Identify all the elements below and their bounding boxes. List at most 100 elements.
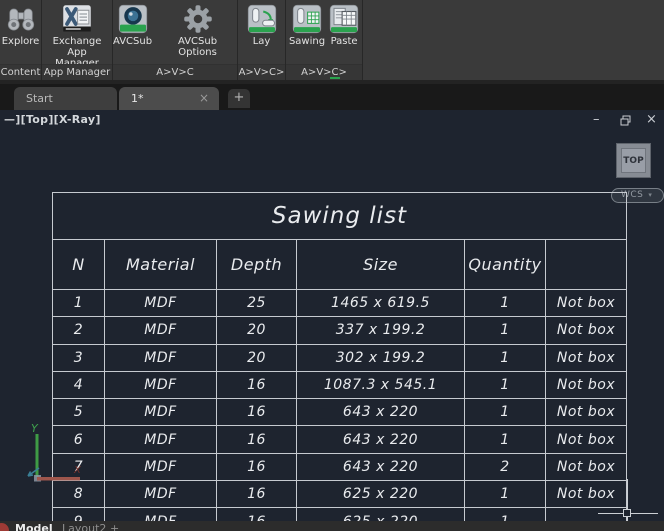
viewcube[interactable]: TOP: [616, 143, 651, 178]
table-cell: 1: [465, 317, 546, 343]
avcsub-options-button[interactable]: AVCSub Options: [158, 0, 237, 58]
table-cell: 16: [217, 426, 297, 452]
model-space-viewport[interactable]: —][Top][X-Ray] – × TOP WCS▾ Sawing list …: [0, 110, 664, 521]
table-cell: MDF: [105, 399, 217, 425]
panel-title-avc: A>V>C: [113, 64, 237, 80]
table-cell: 20: [217, 317, 297, 343]
table-cell: MDF: [105, 372, 217, 398]
table-row: 1MDF251465 x 619.51Not box: [53, 290, 626, 317]
ribbon-panel-avc: AVCSub AVCSub Options: [113, 0, 238, 80]
table-title: Sawing list: [53, 193, 626, 240]
binoculars-icon: [6, 4, 36, 34]
table-header-row: N Material Depth Size Quantity: [53, 240, 626, 290]
table-cell: 1: [465, 372, 546, 398]
ucs-x-axis-label: X: [73, 465, 82, 476]
table-cell: 25: [217, 290, 297, 316]
model-tab[interactable]: Model: [15, 522, 53, 531]
table-cell: 1: [465, 426, 546, 452]
sawing-button[interactable]: Sawing: [289, 0, 325, 47]
window-minimize-icon[interactable]: –: [593, 113, 600, 127]
avcsub-label: AVCSub: [113, 36, 152, 47]
autocad-window: Explore Content Exchange App Manager: [0, 0, 664, 531]
sawing-label: Sawing: [289, 36, 325, 47]
table-cell: 1: [465, 481, 546, 507]
table-row: 4MDF161087.3 x 545.11Not box: [53, 372, 626, 399]
sawing-table-icon: [292, 4, 322, 34]
table-row: 7MDF16643 x 2202Not box: [53, 454, 626, 481]
table-row: 8MDF16625 x 2201Not box: [53, 481, 626, 508]
viewcube-top-face[interactable]: TOP: [621, 148, 646, 173]
file-tab-start-label: Start: [26, 92, 53, 105]
table-cell: 625 x 220: [297, 508, 465, 521]
col-header-material: Material: [105, 240, 217, 289]
window-close-icon[interactable]: ×: [646, 113, 657, 127]
paste-label: Paste: [331, 36, 358, 47]
table-cell: Not box: [546, 481, 626, 507]
col-header-n: N: [53, 240, 105, 289]
avcsub-button[interactable]: AVCSub: [113, 0, 152, 47]
table-cell: 1: [53, 290, 105, 316]
table-cell: 2: [53, 317, 105, 343]
table-cell: 1: [465, 399, 546, 425]
sawing-list-table: Sawing list N Material Depth Size Quanti…: [52, 192, 627, 521]
gear-icon: [183, 4, 213, 34]
table-row: 2MDF20337 x 199.21Not box: [53, 317, 626, 344]
file-tab-start[interactable]: Start: [14, 87, 117, 110]
table-row: 5MDF16643 x 2201Not box: [53, 399, 626, 426]
table-cell: 1: [465, 345, 546, 371]
table-cell: MDF: [105, 345, 217, 371]
lay-label: Lay: [253, 36, 271, 47]
ribbon: Explore Content Exchange App Manager: [0, 0, 664, 80]
table-cell: MDF: [105, 290, 217, 316]
explore-button[interactable]: Explore: [2, 0, 40, 47]
status-icon: [0, 523, 9, 531]
file-tab-bar: Start 1* × +: [0, 84, 664, 110]
new-drawing-tab-button[interactable]: +: [228, 89, 250, 108]
table-cell: MDF: [105, 508, 217, 521]
table-cell: Not box: [546, 426, 626, 452]
table-cell: 16: [217, 399, 297, 425]
table-cell: [546, 508, 626, 521]
viewport-controls[interactable]: —][Top][X-Ray]: [4, 113, 101, 126]
layout-tab-bar: Model Layout2 +: [0, 521, 664, 531]
table-cell: Not box: [546, 399, 626, 425]
paste-button[interactable]: Paste: [329, 0, 359, 47]
file-tab-drawing1[interactable]: 1* ×: [119, 87, 219, 110]
close-tab-icon[interactable]: ×: [199, 91, 209, 105]
table-cell: 3: [53, 345, 105, 371]
table-cell: 9: [53, 508, 105, 521]
exchange-x-icon: [62, 4, 92, 34]
exchange-app-manager-button[interactable]: Exchange App Manager: [44, 0, 110, 69]
panel-expand-indicator: [330, 77, 340, 79]
table-cell: 16: [217, 454, 297, 480]
new-layout-button[interactable]: +: [110, 522, 119, 531]
table-cell: 1: [465, 290, 546, 316]
panel-title-avc3: A>V>C>: [286, 64, 362, 80]
table-cell: 1087.3 x 545.1: [297, 372, 465, 398]
col-header-size: Size: [297, 240, 465, 289]
table-cell: 337 x 199.2: [297, 317, 465, 343]
table-cell: 16: [217, 372, 297, 398]
table-cell: 16: [217, 508, 297, 521]
pickbox-cursor: [623, 509, 631, 517]
avcsub-eye-icon: [118, 4, 148, 34]
file-tab-drawing1-label: 1*: [131, 92, 144, 105]
avcsub-options-label: AVCSub Options: [158, 36, 237, 58]
ribbon-panel-avc2: Lay A>V>C>: [238, 0, 286, 80]
ribbon-panel-app-manager: Exchange App Manager App Manager: [42, 0, 113, 80]
table-cell: Not box: [546, 345, 626, 371]
explore-label: Explore: [2, 36, 40, 47]
layout2-tab[interactable]: Layout2: [62, 522, 106, 531]
ucs-icon: Y X: [23, 418, 93, 490]
col-header-depth: Depth: [217, 240, 297, 289]
table-cell: 1: [465, 508, 546, 521]
window-restore-icon[interactable]: [620, 115, 632, 126]
table-cell: 2: [465, 454, 546, 480]
ribbon-panel-avc3: Sawing Paste A>V>C>: [286, 0, 363, 80]
panel-title-app-manager: App Manager: [42, 64, 112, 80]
paste-table-icon: [329, 4, 359, 34]
lay-button[interactable]: Lay: [247, 0, 277, 47]
table-cell: 20: [217, 345, 297, 371]
table-cell: MDF: [105, 481, 217, 507]
table-cell: MDF: [105, 426, 217, 452]
